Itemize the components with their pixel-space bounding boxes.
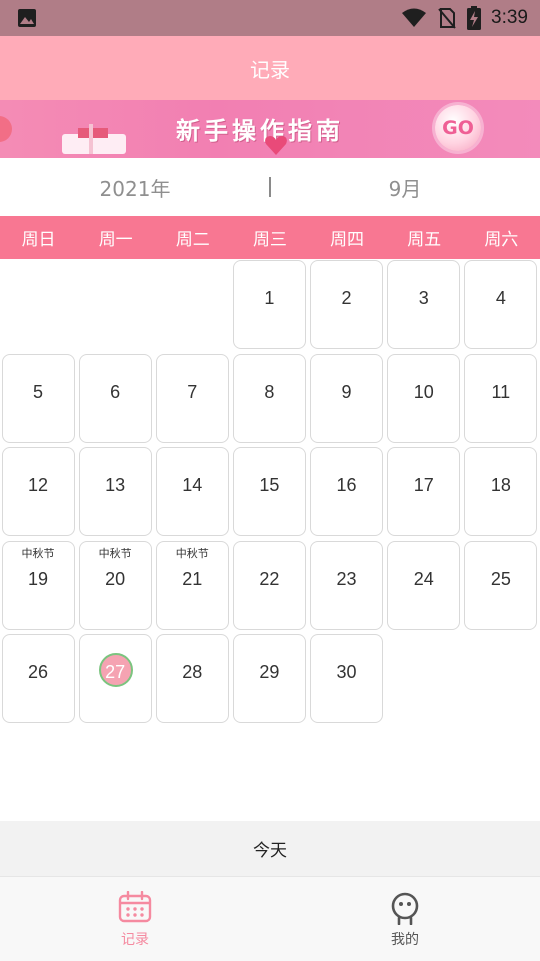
- day-number: 11: [491, 381, 511, 402]
- weekday-label: 周二: [175, 230, 210, 250]
- calendar-day[interactable]: 2: [310, 260, 384, 349]
- day-number: 26: [27, 662, 49, 683]
- calendar-day[interactable]: 11: [464, 353, 538, 443]
- day-number: 14: [182, 475, 203, 496]
- go-button[interactable]: GO: [435, 105, 481, 151]
- gift-box-illustration: [62, 124, 126, 154]
- day-number: 5: [32, 381, 43, 402]
- calendar-day[interactable]: 24: [387, 540, 461, 630]
- weekday-label: 周四: [330, 230, 365, 250]
- calendar-day[interactable]: 8: [232, 353, 306, 443]
- day-number: 9: [341, 381, 352, 402]
- weekday-label: 周一: [98, 230, 133, 250]
- day-number: 12: [27, 475, 49, 496]
- weekday-header: 周日 周一 周二 周三 周四 周五 周六: [0, 216, 540, 259]
- calendar-day[interactable]: 1: [232, 260, 306, 349]
- calendar-day[interactable]: 17: [387, 447, 461, 537]
- day-number: 3: [418, 288, 429, 308]
- festival-label: 中秋节: [98, 546, 132, 560]
- day-number: 15: [259, 475, 280, 496]
- calendar-day[interactable]: 28: [155, 634, 229, 724]
- profile-face-icon: [391, 892, 419, 925]
- calendar-day[interactable]: 12: [1, 447, 75, 537]
- calendar-day[interactable]: 10: [387, 353, 461, 443]
- month-selector[interactable]: 9月: [270, 158, 540, 216]
- nav-item-record[interactable]: 记录: [0, 877, 270, 961]
- heart-icon: [265, 136, 287, 155]
- nav-label-record: 记录: [121, 932, 149, 948]
- calendar-day[interactable]: 中秋节 20: [78, 540, 152, 630]
- festival-label: 中秋节: [175, 546, 209, 560]
- day-number: 6: [110, 381, 121, 402]
- calendar-day[interactable]: 26: [1, 634, 75, 724]
- day-number: 21: [182, 568, 203, 589]
- image-icon: [18, 9, 36, 27]
- day-number: 25: [490, 568, 511, 589]
- weekday-label: 周日: [21, 230, 56, 250]
- day-number: 1: [264, 288, 275, 308]
- calendar-day-today[interactable]: 27: [78, 634, 152, 724]
- calendar-day[interactable]: 22: [232, 540, 306, 630]
- calendar-day[interactable]: 18: [464, 447, 538, 537]
- day-number: 7: [187, 381, 198, 402]
- nav-item-mine[interactable]: 我的: [270, 877, 540, 961]
- day-number: 4: [495, 288, 506, 308]
- day-number: 16: [336, 475, 357, 496]
- today-button[interactable]: 今天: [0, 821, 540, 876]
- decor-orb: [0, 116, 12, 142]
- calendar-day[interactable]: 25: [464, 540, 538, 630]
- battery-charging-icon: [467, 6, 482, 30]
- day-number: 20: [105, 568, 126, 589]
- date-selector: 2021年 9月: [0, 158, 540, 216]
- no-sim-icon: [438, 8, 456, 29]
- calendar-day[interactable]: 6: [78, 353, 152, 443]
- day-number: 27: [105, 662, 126, 683]
- calendar-day[interactable]: 9: [310, 353, 384, 443]
- bottom-nav: 记录 我的: [0, 876, 540, 961]
- day-number: 23: [336, 568, 357, 589]
- day-number: 17: [413, 475, 434, 496]
- page-title: 记录: [250, 57, 290, 82]
- day-number: 22: [259, 568, 280, 589]
- day-number: 13: [105, 475, 126, 496]
- calendar-day[interactable]: 15: [232, 447, 306, 537]
- calendar-day[interactable]: 7: [155, 353, 229, 443]
- day-number: 29: [259, 662, 280, 683]
- weekday-label: 周三: [252, 230, 287, 250]
- day-number: 28: [182, 662, 203, 683]
- day-number: 10: [413, 381, 434, 402]
- calendar-day[interactable]: 13: [78, 447, 152, 537]
- day-number: 8: [264, 381, 275, 402]
- calendar-day[interactable]: 29: [232, 634, 306, 724]
- guide-banner[interactable]: 新手操作指南 GO: [0, 100, 540, 158]
- wifi-icon: [402, 8, 427, 27]
- today-button-label: 今天: [253, 841, 287, 861]
- status-bar: 3:39: [0, 0, 540, 36]
- calendar-day[interactable]: 23: [310, 540, 384, 630]
- calendar-day[interactable]: 5: [1, 353, 75, 443]
- calendar-day[interactable]: 16: [310, 447, 384, 537]
- nav-label-mine: 我的: [391, 932, 419, 948]
- year-selector[interactable]: 2021年: [0, 158, 270, 216]
- day-number: 30: [336, 662, 357, 683]
- festival-label: 中秋节: [21, 546, 55, 560]
- day-number: 24: [413, 568, 434, 589]
- weekday-label: 周五: [407, 230, 442, 250]
- day-number: 19: [27, 568, 49, 589]
- app-bar: 记录: [0, 36, 540, 100]
- day-number: 2: [341, 288, 352, 308]
- weekday-label: 周六: [484, 230, 519, 250]
- calendar-icon: [118, 891, 152, 923]
- day-number: 18: [490, 475, 511, 496]
- banner-text: 新手操作指南: [176, 117, 344, 145]
- calendar-day[interactable]: 中秋节 21: [155, 540, 229, 630]
- status-time: 3:39: [491, 7, 528, 28]
- calendar-day[interactable]: 14: [155, 447, 229, 537]
- calendar-day[interactable]: 30: [310, 634, 384, 724]
- calendar-day[interactable]: 4: [464, 260, 538, 349]
- calendar-day[interactable]: 3: [387, 260, 461, 349]
- calendar-day[interactable]: 中秋节 19: [1, 540, 75, 630]
